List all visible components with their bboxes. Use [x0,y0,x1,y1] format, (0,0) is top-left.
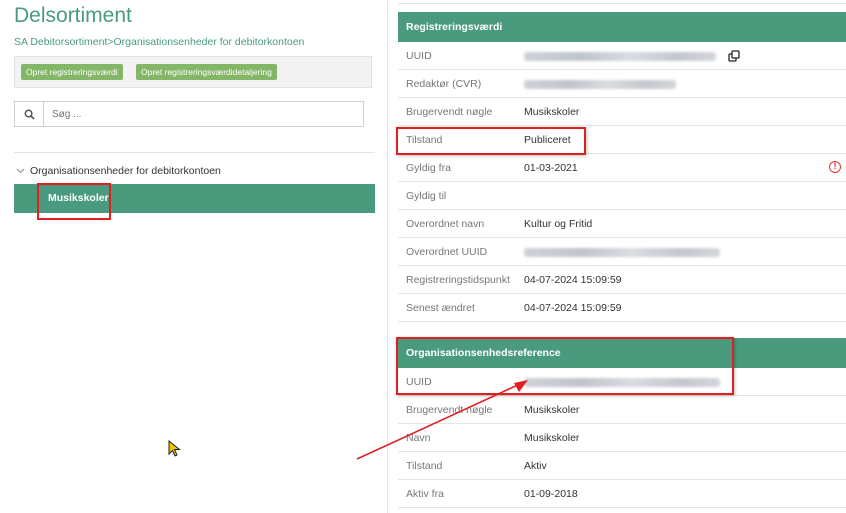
org-ref-row-user-key: Brugervendt nøgle Musikskoler [398,396,846,424]
registration-row-uuid: UUID [398,42,846,70]
breadcrumb-item-org-units[interactable]: Organisationsenheder for debitorkontoen [114,36,305,48]
field-label: Registreringstidspunkt [406,274,510,286]
registration-row-registered-at: Registreringstidspunkt 04-07-2024 15:09:… [398,266,846,294]
field-value: 04-07-2024 15:09:59 [524,274,622,286]
divider [14,152,375,153]
warning-icon[interactable]: ! [829,161,841,173]
pane-splitter[interactable] [387,0,388,513]
search-icon[interactable] [15,102,44,126]
field-label: Senest ændret [406,302,475,314]
chevron-down-icon[interactable] [16,165,26,177]
field-label: Overordnet UUID [406,246,488,258]
highlight-box-musikskoler [37,183,111,220]
field-label: Tilstand [406,460,443,472]
org-ref-row-active-from: Aktiv fra 01-09-2018 [398,480,846,508]
registration-row-parent-name: Overordnet navn Kultur og Fritid [398,210,846,238]
registration-row-valid-from: Gyldig fra 01-03-2021 ! [398,154,846,182]
create-registration-value-detail-button[interactable]: Opret registreringsværdidetaljering [136,64,277,80]
field-label: Redaktør (CVR) [406,78,482,90]
tree-item-org-units[interactable]: Organisationsenheder for debitorkontoen [16,165,221,177]
field-value: Musikskoler [524,432,580,444]
search-input[interactable] [44,102,359,126]
field-label: Brugervendt nøgle [406,106,493,118]
breadcrumb-item-sa-debitorsortiment[interactable]: SA Debitorsortiment [14,36,107,48]
field-label: Aktiv fra [406,488,444,500]
field-label: Navn [406,432,431,444]
redacted-value [524,248,720,257]
org-ref-row-name: Navn Musikskoler [398,424,846,452]
page-title: Delsortiment [14,4,132,27]
action-bar: Opret registreringsværdi Opret registrer… [14,56,372,88]
field-label: UUID [406,50,432,62]
highlight-box-org-ref [396,337,734,395]
left-pane: Delsortiment SA Debitorsortiment>Organis… [0,0,380,513]
org-ref-row-state: Tilstand Aktiv [398,452,846,480]
tree-root-label: Organisationsenheder for debitorkontoen [30,165,221,177]
registration-row-last-modified: Senest ændret 04-07-2024 15:09:59 [398,294,846,322]
registration-row-user-key: Brugervendt nøgle Musikskoler [398,98,846,126]
field-value: 01-09-2018 [524,488,578,500]
mouse-cursor-icon [168,440,181,457]
field-value: 01-03-2021 [524,162,578,174]
field-value: Kultur og Fritid [524,218,593,230]
highlight-box-state [396,127,586,155]
redacted-value [524,80,676,89]
search-box [14,101,364,127]
field-value: Aktiv [524,460,547,472]
breadcrumb: SA Debitorsortiment>Organisationsenheder… [14,36,304,48]
field-value: Musikskoler [524,404,580,416]
panel-top-edge [398,0,846,4]
field-label: Gyldig fra [406,162,451,174]
registration-row-valid-to: Gyldig til [398,182,846,210]
registration-row-parent-uuid: Overordnet UUID [398,238,846,266]
field-label: Overordnet navn [406,218,485,230]
field-label: Gyldig til [406,190,447,202]
create-registration-value-button[interactable]: Opret registreringsværdi [21,64,123,80]
registration-panel-header: Registreringsværdi [398,12,846,42]
copy-icon[interactable] [728,50,740,62]
field-value: Musikskoler [524,106,580,118]
field-label: Brugervendt nøgle [406,404,493,416]
registration-row-editor: Redaktør (CVR) [398,70,846,98]
redacted-value [524,52,716,61]
field-value: 04-07-2024 15:09:59 [524,302,622,314]
